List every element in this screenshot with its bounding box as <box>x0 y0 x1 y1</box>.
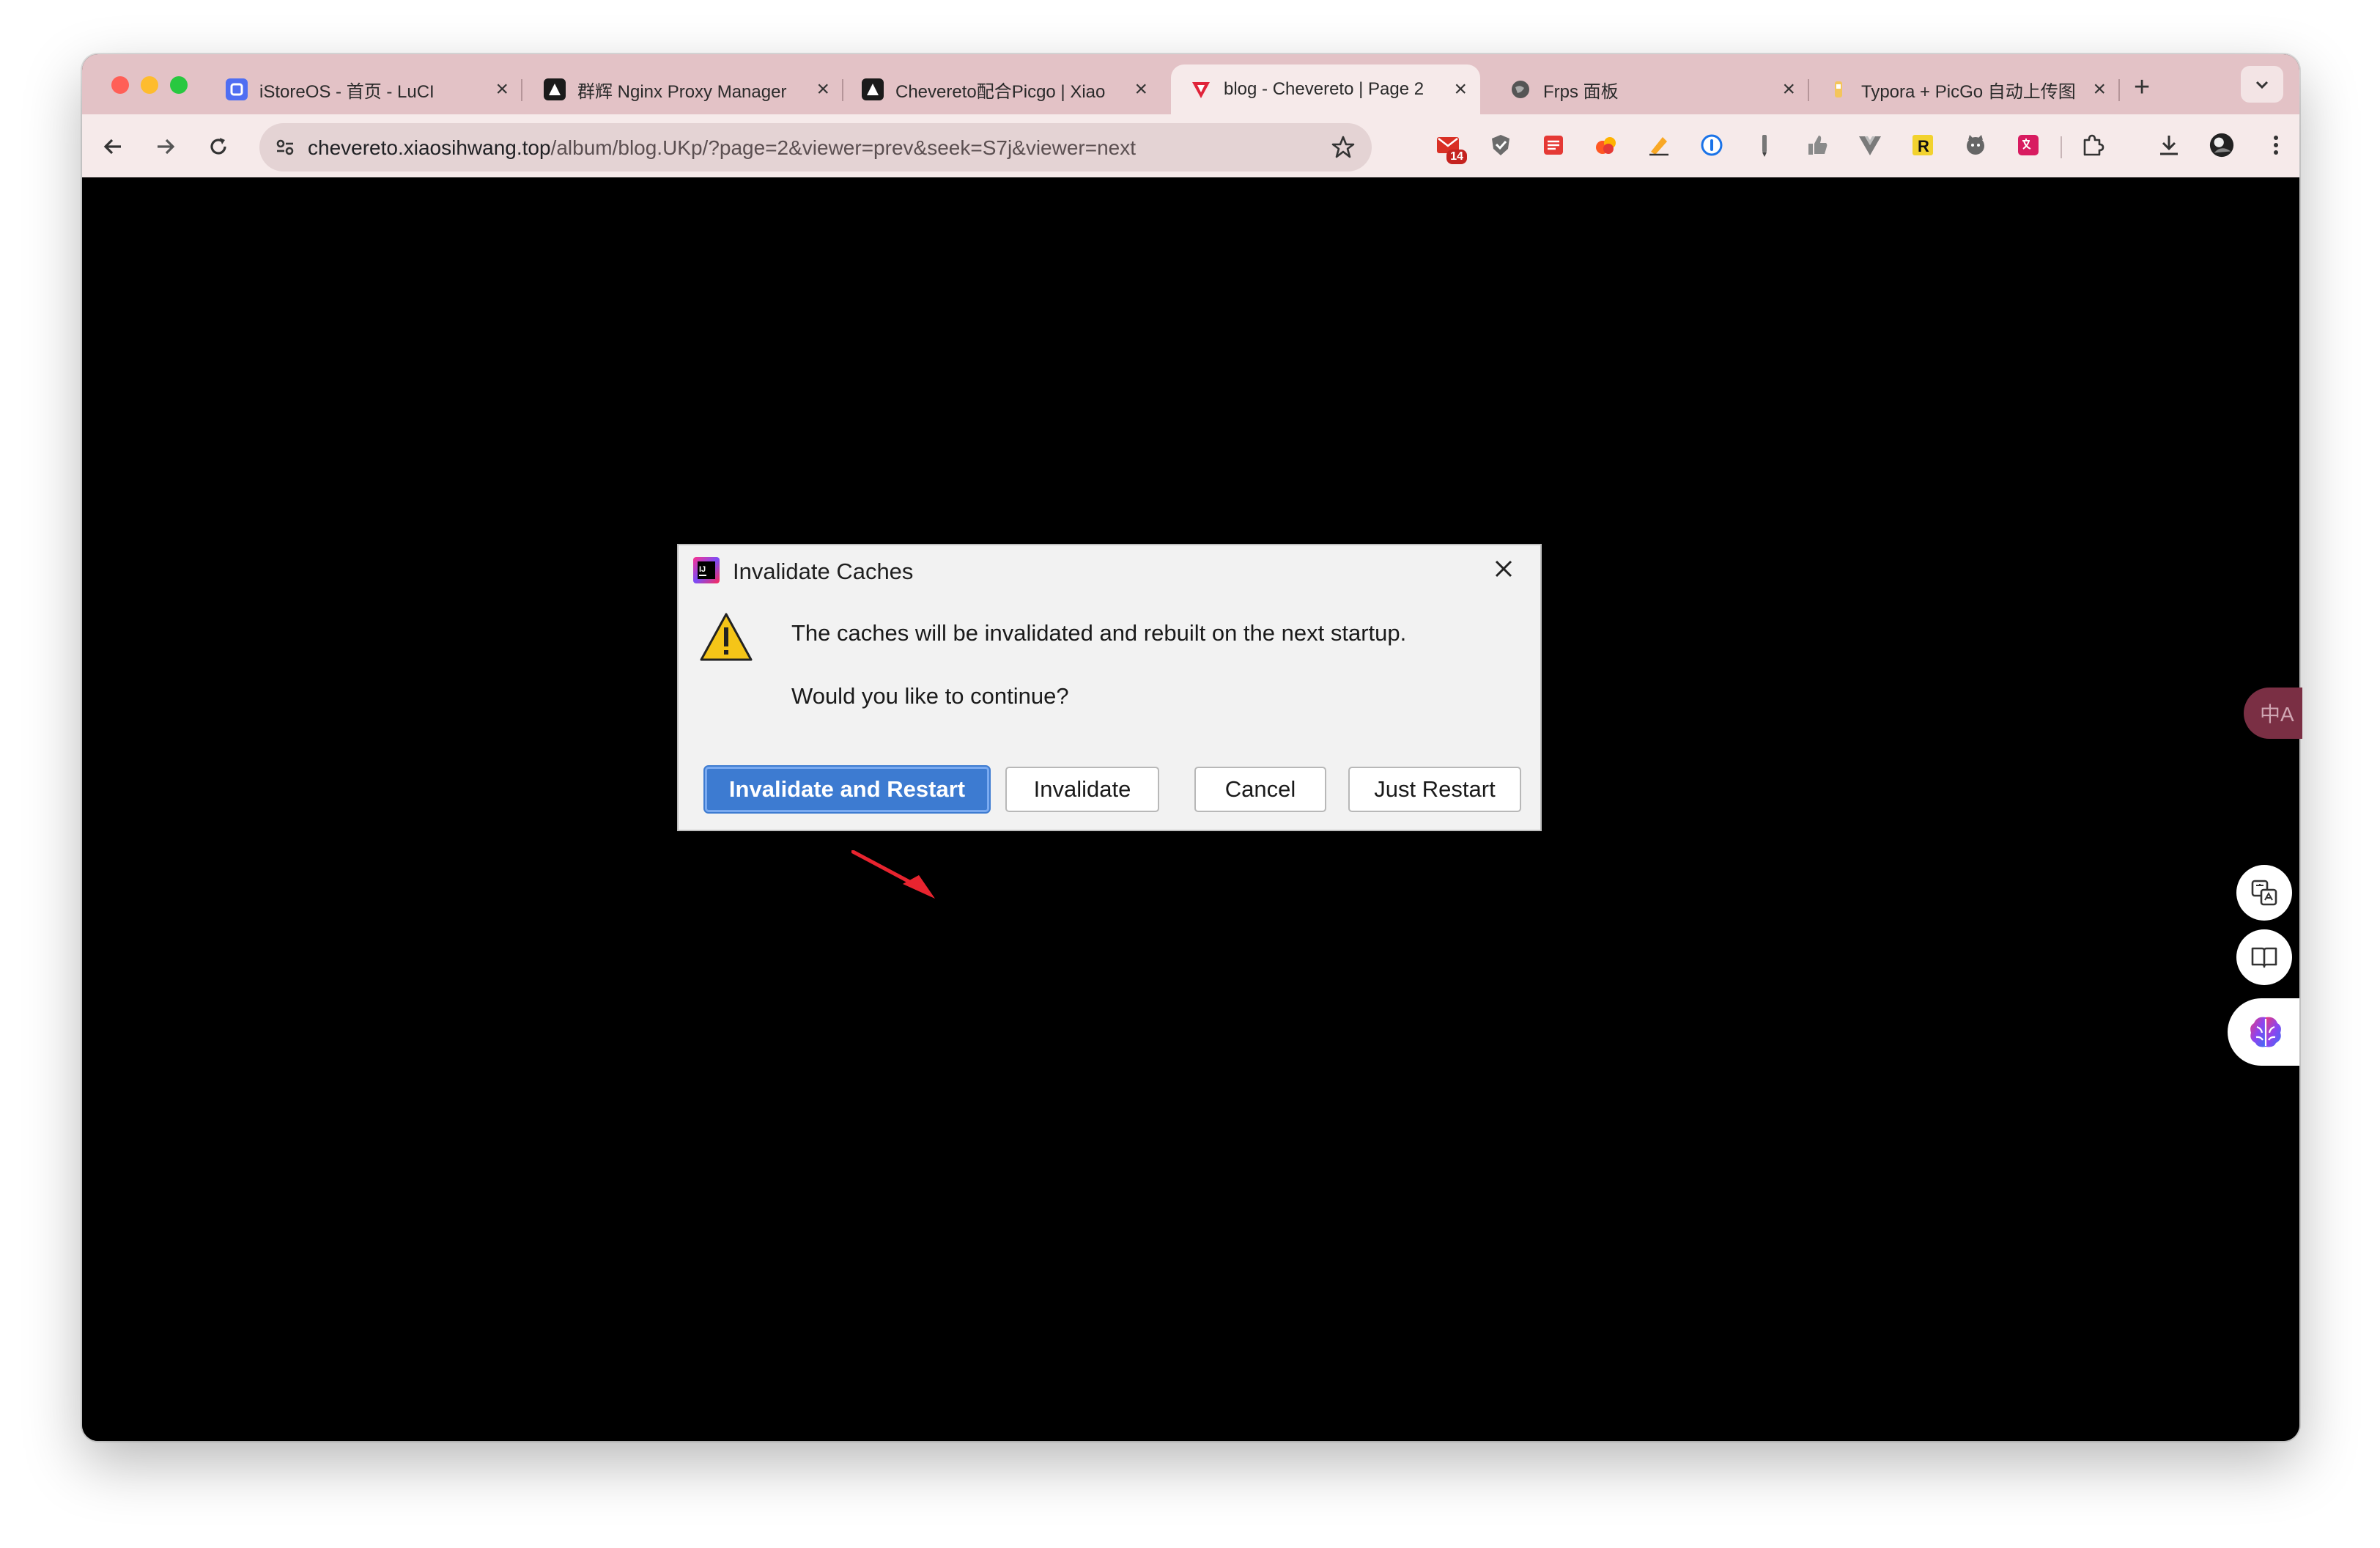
mail-extension-icon[interactable]: 14 <box>1435 132 1467 164</box>
nginx-proxy-manager-icon <box>544 78 566 100</box>
dialog-title: Invalidate Caches <box>733 559 914 584</box>
chevereto-v-icon <box>1190 78 1212 100</box>
maximize-window-button[interactable] <box>170 76 188 94</box>
shield-extension-icon[interactable] <box>1488 132 1514 158</box>
tab-typora-picgo[interactable]: Typora + PicGo 自动上传图 × <box>1808 64 2120 114</box>
tab-nginx-proxy-manager[interactable]: 群辉 Nginx Proxy Manager × <box>525 64 843 114</box>
tab-title: iStoreOS - 首页 - LuCI <box>259 81 435 102</box>
tab-title: 群辉 Nginx Proxy Manager <box>577 81 787 102</box>
close-tab-icon[interactable]: × <box>816 78 829 100</box>
password-manager-icon[interactable] <box>1699 132 1725 158</box>
tab-title: Frps 面板 <box>1543 81 1619 102</box>
invalidate-and-restart-button[interactable]: Invalidate and Restart <box>705 767 989 812</box>
arrow-left-icon <box>103 139 121 155</box>
chevron-down-icon <box>2255 81 2269 89</box>
invalidate-button[interactable]: Invalidate <box>1005 767 1159 812</box>
close-tab-icon[interactable]: × <box>1782 78 1795 100</box>
just-restart-button[interactable]: Just Restart <box>1348 767 1521 812</box>
arrow-right-icon <box>158 139 175 155</box>
reload-icon <box>210 138 226 155</box>
thumbs-up-extension-icon[interactable] <box>1804 132 1830 158</box>
pen-extension-icon[interactable] <box>1751 132 1778 158</box>
ai-assistant-button[interactable] <box>2228 998 2299 1066</box>
close-tab-icon[interactable]: × <box>2093 78 2106 100</box>
tab-blog-chevereto[interactable]: blog - Chevereto | Page 2 × <box>1171 64 1480 114</box>
close-tab-icon[interactable]: × <box>1134 78 1148 100</box>
reader-mode-button[interactable] <box>2236 929 2292 985</box>
tab-title: Typora + PicGo 自动上传图 <box>1861 81 2076 102</box>
book-icon <box>2251 947 2277 968</box>
url-host: chevereto.xiaosihwang.top <box>308 136 551 159</box>
downloads-icon[interactable] <box>2156 132 2182 158</box>
brain-icon <box>2250 1017 2281 1047</box>
svg-text:IJ: IJ <box>699 565 706 574</box>
close-tab-icon[interactable]: × <box>495 78 509 100</box>
dialog-close-button[interactable] <box>1489 554 1518 583</box>
r-extension-icon[interactable]: R <box>1910 132 1936 158</box>
tab-chevereto-picgo[interactable]: Chevereto配合Picgo | Xiao × <box>843 64 1161 114</box>
side-translate-tab[interactable]: 中A <box>2244 688 2302 739</box>
close-window-button[interactable] <box>111 76 129 94</box>
tab-separator <box>521 79 522 101</box>
page-translate-button[interactable] <box>2236 865 2292 921</box>
vue-devtools-icon[interactable] <box>1857 132 1883 158</box>
reload-button[interactable] <box>202 130 234 163</box>
minimize-window-button[interactable] <box>141 76 158 94</box>
colorful-extension-icon[interactable] <box>1593 132 1619 158</box>
translate-icon <box>2251 880 2277 906</box>
forward-button[interactable] <box>149 130 182 163</box>
side-translate-label: 中A <box>2260 703 2294 726</box>
chevereto-cat-icon <box>862 78 884 100</box>
dialog-message: The caches will be invalidated and rebui… <box>791 620 1407 646</box>
dialog-question: Would you like to continue? <box>791 683 1069 709</box>
extensions-puzzle-icon[interactable] <box>2080 132 2106 158</box>
tab-separator <box>2118 79 2120 101</box>
istoreos-icon <box>226 78 248 100</box>
intellij-idea-icon: IJ <box>693 557 720 583</box>
back-button[interactable] <box>97 130 129 163</box>
toolbar-separator <box>2061 136 2062 158</box>
notes-extension-icon[interactable] <box>1540 132 1567 158</box>
invalidate-caches-dialog: IJ Invalidate Caches The caches will be … <box>677 544 1542 831</box>
browser-toolbar: chevereto.xiaosihwang.top/album/blog.UKp… <box>82 114 2299 177</box>
bookmark-star-icon[interactable] <box>1329 133 1357 161</box>
site-settings-icon[interactable] <box>271 133 299 161</box>
translate-extension-icon[interactable] <box>2015 132 2041 158</box>
new-tab-button[interactable]: + <box>2134 73 2150 101</box>
highlighter-extension-icon[interactable] <box>1646 132 1672 158</box>
tab-strip: iStoreOS - 首页 - LuCI × 群辉 Nginx Proxy Ma… <box>82 54 2299 114</box>
close-icon <box>1495 560 1512 578</box>
warning-icon <box>700 613 753 661</box>
typora-icon <box>1828 78 1849 100</box>
tab-istoreos[interactable]: iStoreOS - 首页 - LuCI × <box>207 64 522 114</box>
svg-text:R: R <box>1918 137 1929 155</box>
tab-frps[interactable]: Frps 面板 × <box>1490 64 1809 114</box>
profile-avatar-icon[interactable] <box>2209 132 2235 158</box>
close-tab-icon[interactable]: × <box>1454 78 1467 100</box>
cancel-button[interactable]: Cancel <box>1194 767 1326 812</box>
menu-kebab-icon[interactable] <box>2263 132 2289 158</box>
url-text: chevereto.xiaosihwang.top/album/blog.UKp… <box>308 136 1136 160</box>
tab-search-button[interactable] <box>2241 66 2283 103</box>
address-bar[interactable]: chevereto.xiaosihwang.top/album/blog.UKp… <box>259 123 1372 172</box>
url-path: /album/blog.UKp/?page=2&viewer=prev&seek… <box>550 136 1137 159</box>
cat-extension-icon[interactable] <box>1962 132 1989 158</box>
tab-title: Chevereto配合Picgo | Xiao <box>895 81 1106 102</box>
globe-icon <box>1509 78 1531 100</box>
annotation-arrow-icon <box>851 850 935 899</box>
tab-title: blog - Chevereto | Page 2 <box>1224 79 1424 99</box>
mail-count-badge: 14 <box>1446 150 1467 164</box>
